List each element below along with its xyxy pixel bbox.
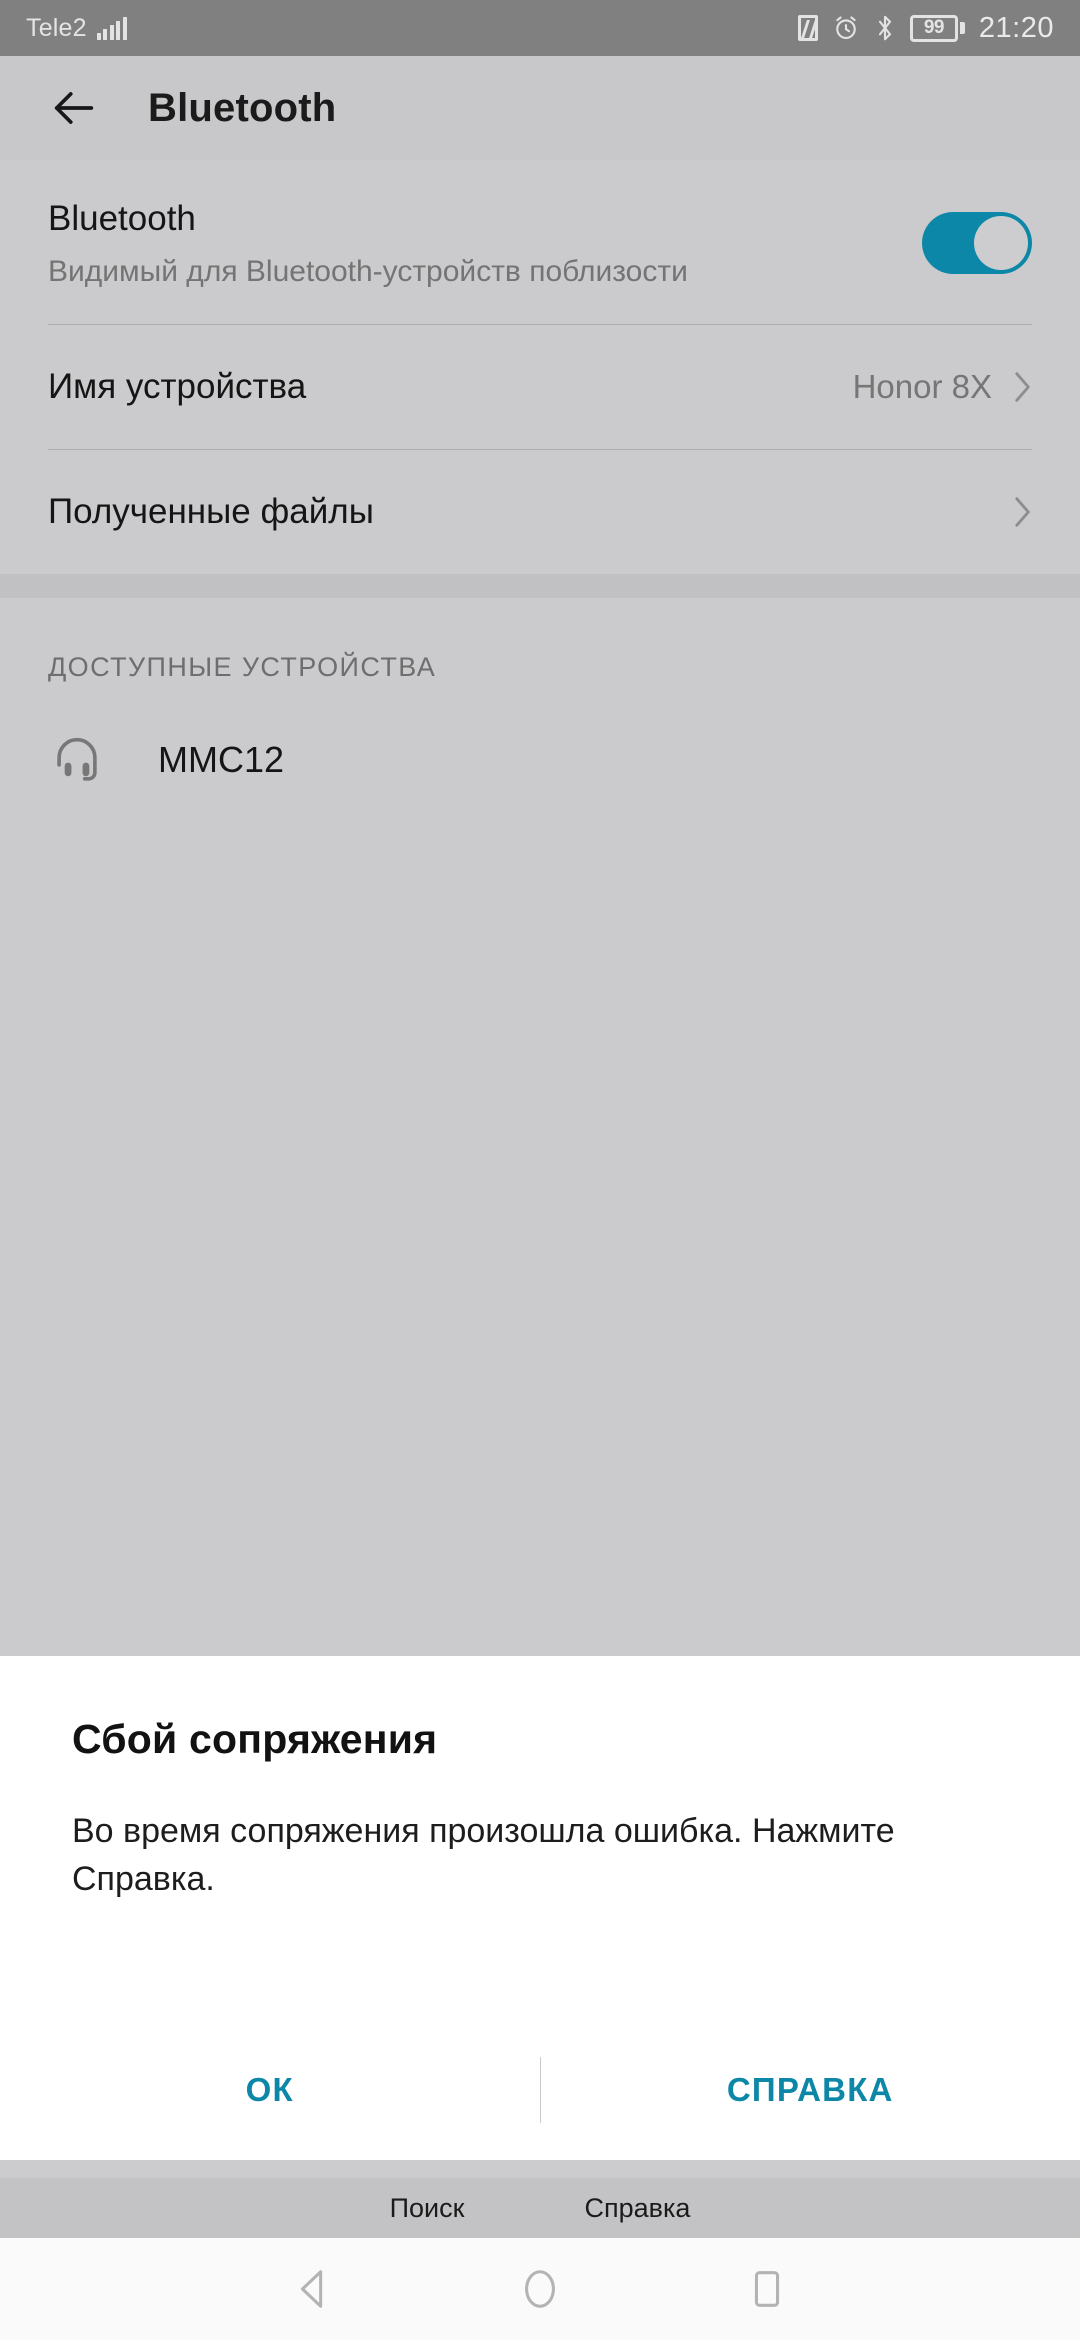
device-name-row[interactable]: Имя устройства Honor 8X — [48, 325, 1032, 449]
signal-bars-icon — [96, 16, 127, 40]
bluetooth-switch-knob — [974, 216, 1028, 270]
nav-recents-icon[interactable] — [744, 2266, 790, 2312]
available-devices-section: ДОСТУПНЫЕ УСТРОЙСТВА MMC12 — [0, 598, 1080, 797]
ok-button[interactable]: ОК — [0, 2071, 540, 2109]
dialog-title: Сбой сопряжения — [72, 1716, 438, 1762]
status-bar-right: 99 21:20 — [797, 11, 1054, 45]
device-name: MMC12 — [158, 739, 285, 780]
toolbar-item-search[interactable]: Поиск — [390, 2193, 465, 2224]
nav-back-icon[interactable] — [290, 2266, 336, 2312]
available-devices-header: ДОСТУПНЫЕ УСТРОЙСТВА — [48, 652, 437, 682]
bluetooth-settings-section: Bluetooth Видимый для Bluetooth-устройст… — [0, 160, 1080, 574]
nav-home-icon[interactable] — [517, 2266, 563, 2312]
system-nav-bar — [0, 2238, 1080, 2340]
bluetooth-toggle-texts: Bluetooth Видимый для Bluetooth-устройст… — [48, 199, 922, 292]
bluetooth-toggle-subtitle: Видимый для Bluetooth-устройств поблизос… — [48, 254, 688, 288]
bluetooth-toggle-row[interactable]: Bluetooth Видимый для Bluetooth-устройст… — [48, 160, 1032, 324]
bluetooth-switch[interactable] — [922, 212, 1032, 274]
action-bar: Bluetooth — [0, 56, 1080, 160]
nfc-icon — [797, 15, 818, 41]
chevron-right-icon — [1015, 372, 1030, 402]
device-name-value: Honor 8X — [852, 368, 992, 405]
pairing-failed-dialog: Сбой сопряжения Во время сопряжения прои… — [0, 1656, 1080, 2160]
bluetooth-toggle-title: Bluetooth — [48, 199, 196, 238]
settings-content: Bluetooth Видимый для Bluetooth-устройст… — [0, 160, 1080, 1656]
list-item[interactable]: MMC12 — [48, 723, 1032, 797]
bluetooth-icon — [878, 15, 891, 41]
battery-icon: 99 — [909, 14, 965, 42]
toolbar-item-help[interactable]: Справка — [584, 2193, 690, 2224]
help-button[interactable]: СПРАВКА — [541, 2071, 1080, 2109]
device-name-label: Имя устройства — [48, 367, 307, 406]
received-files-row[interactable]: Полученные файлы — [48, 450, 1032, 574]
back-arrow-icon[interactable] — [48, 82, 100, 134]
dialog-message: Во время сопряжения произошла ошибка. На… — [72, 1812, 895, 1899]
section-separator — [0, 574, 1080, 598]
status-bar: Tele2 99 21:20 — [0, 0, 1080, 56]
received-files-label: Полученные файлы — [48, 492, 374, 531]
clock-label: 21:20 — [978, 11, 1054, 44]
chevron-right-icon — [1015, 497, 1030, 527]
battery-level-label: 99 — [909, 14, 958, 42]
dialog-actions: ОК СПРАВКА — [0, 2020, 1080, 2160]
bottom-toolbar: Поиск Справка — [0, 2178, 1080, 2238]
status-bar-left: Tele2 — [26, 14, 127, 43]
carrier-label: Tele2 — [26, 13, 87, 42]
page-title: Bluetooth — [148, 85, 337, 130]
alarm-clock-icon — [836, 16, 856, 39]
headphones-icon — [57, 737, 97, 781]
phone-screen: Tele2 99 21:20 Bluetooth Bluetooth Видим… — [0, 0, 1080, 2340]
